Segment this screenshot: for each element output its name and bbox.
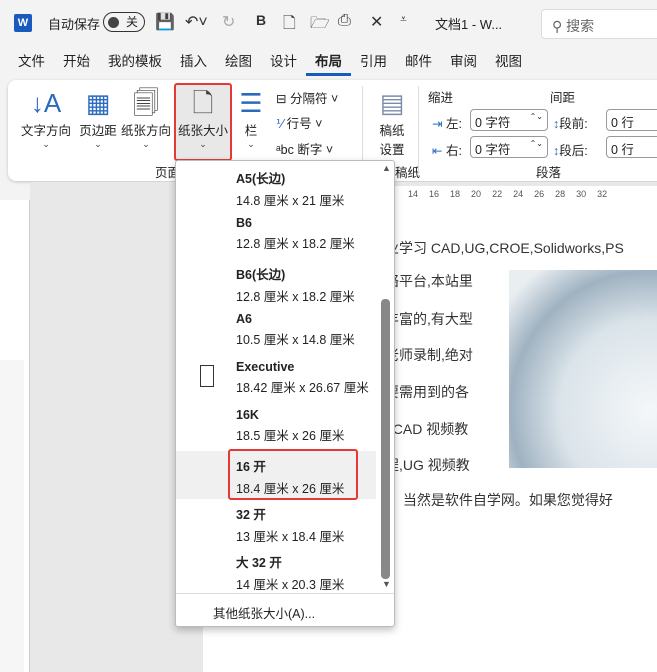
text-direction-icon: ↓A [30, 88, 62, 118]
manuscript-settings-button[interactable]: ▤ 稿纸设置 [374, 86, 410, 158]
stopwatch-image [509, 270, 657, 468]
tab-layout[interactable]: 布局 [306, 52, 351, 76]
line-numbers-icon: ⅟ [276, 117, 287, 131]
indent-left-input[interactable]: 0 字符 ⌃⌄ [470, 109, 548, 131]
divider [418, 86, 419, 174]
body-text: 要需用到的各 [385, 384, 469, 400]
title-bar: W 自动保存 关 💾 ↶˅ ↻ B 🗋 🗁 ⎙ ✕ ⩡ 文档1 - W... ⚲… [0, 0, 657, 44]
paper-size-executive[interactable]: Executive 18.42 厘米 x 26.67 厘米 [176, 355, 376, 403]
save-icon[interactable]: 💾 [155, 12, 175, 32]
search-icon: ⚲ [552, 18, 567, 34]
margins-icon: ▦ [85, 88, 111, 118]
label: 行号 [286, 117, 312, 131]
text-direction-button[interactable]: ↓A 文字方向 ⌄ [18, 86, 74, 150]
tab-design[interactable]: 设计 [261, 52, 306, 76]
group-paragraph: 段落 [536, 166, 562, 180]
body-text: 络平台,本站里 [385, 273, 473, 289]
label: 纸张方向 [120, 124, 171, 138]
scrollbar-thumb[interactable] [381, 299, 390, 579]
word-logo: W [14, 14, 32, 32]
scroll-up-icon[interactable]: ▲ [382, 163, 391, 173]
tab-references[interactable]: 引用 [351, 52, 396, 76]
label: 断字 [297, 143, 323, 157]
columns-icon: ☰ [239, 88, 263, 118]
breaks-icon: ⊟ [276, 92, 290, 106]
redo-icon[interactable]: ↻ [222, 12, 235, 32]
label: 分隔符 [289, 92, 328, 106]
paper-size-dropdown: A5(长边) 14.8 厘米 x 21 厘米 B6 12.8 厘米 x 18.2 厘… [175, 160, 395, 627]
more-paper-sizes[interactable]: 其他纸张大小(A)... [176, 593, 394, 622]
size-button[interactable]: 🗋 纸张大小 ⌄ [175, 86, 231, 150]
search-input[interactable]: ⚲ 搜索 [541, 9, 657, 39]
body-text: 程,UG 视频教 [385, 457, 470, 473]
spacing-after-input[interactable]: 0 行 [606, 136, 657, 158]
scroll-down-icon[interactable]: ▼ [382, 579, 391, 589]
tab-templates[interactable]: 我的模板 [99, 52, 171, 76]
paper-size-big-32kai[interactable]: 大 32 开 14 厘米 x 20.3 厘米 [176, 547, 376, 595]
paper-size-b6[interactable]: B6 12.8 厘米 x 18.2 厘米 [176, 211, 376, 259]
vertical-ruler[interactable] [0, 200, 30, 672]
spacing-after-label: ↕段后: [553, 144, 588, 158]
paper-size-b6-long[interactable]: B6(长边) 12.8 厘米 x 18.2 厘米 [176, 259, 376, 307]
body-text: oCAD 视频教 [385, 421, 469, 437]
line-numbers-button[interactable]: ⅟ 行号 ˅ [276, 113, 322, 132]
undo-icon[interactable]: ↶˅ [185, 12, 208, 32]
tab-review[interactable]: 审阅 [441, 52, 486, 76]
tab-view[interactable]: 视图 [486, 52, 531, 76]
body-text: 老师录制,绝对 [385, 347, 473, 363]
new-document-icon[interactable]: 🗋 [283, 12, 296, 39]
paper-size-a5-long[interactable]: A5(长边) 14.8 厘米 x 21 厘米 [176, 163, 376, 211]
tab-insert[interactable]: 插入 [171, 52, 216, 76]
tab-draw[interactable]: 绘图 [216, 52, 261, 76]
hyphenation-icon: ᵃbc [276, 143, 298, 157]
body-text: 丰富的,有大型 [385, 311, 473, 327]
close-icon[interactable]: ✕ [370, 12, 383, 32]
breaks-button[interactable]: ⊟ 分隔符 ˅ [276, 88, 338, 107]
label: 纸张大小 [177, 124, 228, 138]
manuscript-icon: ▤ [379, 88, 405, 118]
label: 页边距 [79, 124, 117, 138]
hyphenation-button[interactable]: ᵃbc 断字 ˅ [276, 139, 333, 158]
columns-button[interactable]: ☰ 栏 ⌄ [237, 86, 265, 150]
orientation-button[interactable]: 🗐 纸张方向 ⌄ [120, 86, 172, 150]
group-manuscript: 稿纸 [395, 166, 421, 180]
label: 稿纸设置 [379, 124, 405, 157]
autosave-toggle[interactable]: 关 [103, 12, 145, 32]
tab-file[interactable]: 文件 [9, 52, 54, 76]
label: 栏 [244, 124, 258, 138]
orientation-icon: 🗐 [133, 88, 159, 118]
label: 文字方向 [20, 124, 71, 138]
spacing-before-label: ↕段前: [553, 117, 588, 131]
indent-right-input[interactable]: 0 字符 ⌃⌄ [470, 136, 548, 158]
document-title: 文档1 - W... [435, 17, 503, 32]
print-icon[interactable]: ⎙ [338, 12, 351, 30]
page-icon [200, 365, 214, 387]
ribbon-tabs: 文件 开始 我的模板 插入 绘图 设计 布局 引用 邮件 审阅 视图 [9, 52, 531, 76]
tab-home[interactable]: 开始 [54, 52, 99, 76]
margins-button[interactable]: ▦ 页边距 ⌄ [76, 86, 120, 150]
spacing-label: 间距 [550, 91, 576, 105]
spacing-before-input[interactable]: 0 行 [606, 109, 657, 131]
paper-size-icon: 🗋 [192, 88, 214, 118]
indent-left-label: ⇥ 左: [432, 117, 462, 131]
indent-label: 缩进 [428, 91, 454, 105]
bold-button[interactable]: B [256, 12, 266, 28]
autosave-label: 自动保存 [48, 17, 101, 32]
indent-right-label: ⇤ 右: [432, 144, 462, 158]
selection-highlight [228, 449, 358, 500]
paper-size-a6[interactable]: A6 10.5 厘米 x 14.8 厘米 [176, 307, 376, 355]
open-folder-icon[interactable]: 🗁 [310, 12, 330, 39]
search-placeholder: 搜索 [566, 18, 595, 34]
body-text: 业学习 CAD,UG,CROE,Solidworks,PS [385, 240, 624, 256]
paper-size-16k[interactable]: 16K 18.5 厘米 x 26 厘米 [176, 403, 376, 451]
customize-toolbar-icon[interactable]: ⩡ [400, 12, 407, 27]
body-text: ？ 当然是软件自学网。如果您觉得好 [385, 492, 613, 508]
tab-mailings[interactable]: 邮件 [396, 52, 441, 76]
paper-size-32kai[interactable]: 32 开 13 厘米 x 18.4 厘米 [176, 499, 376, 547]
